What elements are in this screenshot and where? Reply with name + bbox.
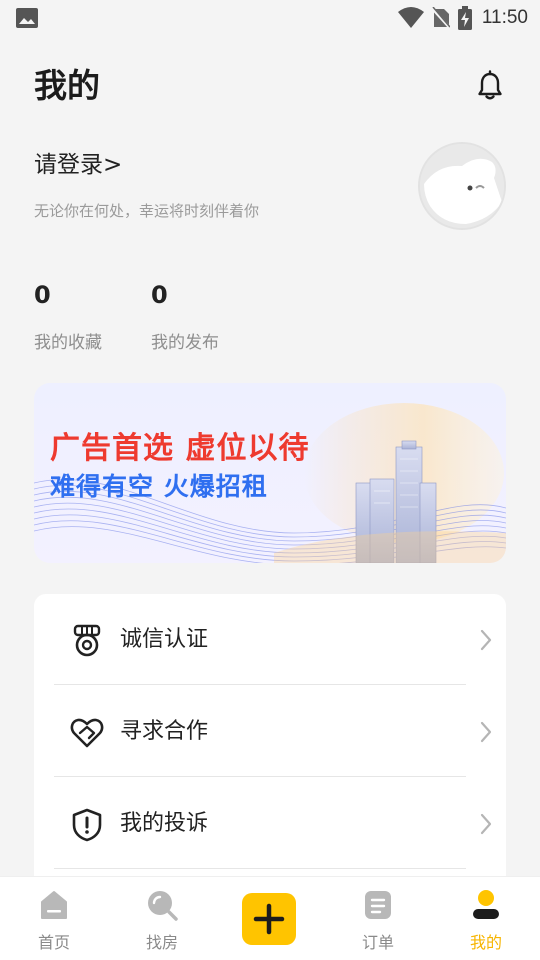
banner-headline: 广告首选 虚位以待 <box>50 431 310 466</box>
tab-label: 订单 <box>361 933 394 952</box>
stat-label: 我的收藏 <box>34 333 102 353</box>
stat-label: 我的发布 <box>151 333 219 353</box>
default-avatar-icon <box>420 144 504 228</box>
tab-home[interactable]: 首页 <box>0 877 108 960</box>
status-bar: 11:50 <box>0 0 540 36</box>
no-sim-icon <box>431 7 450 29</box>
plus-icon <box>253 903 285 935</box>
menu-item-seek-cooperation[interactable]: 寻求合作 <box>54 686 492 778</box>
menu-item-label: 寻求合作 <box>120 719 209 744</box>
menu-divider <box>54 684 466 685</box>
tab-label: 找房 <box>145 933 178 952</box>
avatar[interactable] <box>418 142 506 230</box>
menu-item-label: 诚信认证 <box>120 627 209 652</box>
handshake-heart-icon <box>70 718 104 748</box>
page-title: 我的 <box>34 66 100 105</box>
menu-divider <box>54 776 466 777</box>
tab-label: 首页 <box>37 933 70 952</box>
ad-banner[interactable]: 广告首选 虚位以待 难得有空 火爆招租 <box>34 383 506 563</box>
chevron-right-icon <box>480 721 492 743</box>
stat-favorites[interactable]: 0 我的收藏 <box>34 280 134 353</box>
wifi-icon <box>397 7 424 28</box>
page-header: 我的 <box>34 64 506 110</box>
tab-label: 我的 <box>469 933 502 952</box>
profile-section: 请登录> 无论你在何处，幸运将时刻伴着你 <box>34 142 506 238</box>
menu-card: 诚信认证 寻求合作 我的投诉 <box>34 594 506 894</box>
image-notification-icon <box>16 8 38 28</box>
home-icon <box>41 891 67 919</box>
chevron-right-icon <box>480 629 492 651</box>
stat-value: 0 <box>34 281 51 309</box>
stat-value: 0 <box>151 281 168 309</box>
bell-icon[interactable] <box>474 70 506 102</box>
battery-charging-icon <box>457 6 472 30</box>
menu-item-credit-certification[interactable]: 诚信认证 <box>54 594 492 686</box>
banner-subheadline: 难得有空 火爆招租 <box>50 472 268 501</box>
medal-icon <box>73 624 101 657</box>
search-icon <box>148 891 178 921</box>
order-icon <box>365 891 391 919</box>
user-icon <box>473 890 499 919</box>
tab-find-house[interactable]: 找房 <box>108 877 216 960</box>
stat-published[interactable]: 0 我的发布 <box>151 280 251 353</box>
chevron-right-icon <box>480 813 492 835</box>
login-link[interactable]: 请登录> <box>34 148 122 182</box>
menu-item-my-complaints[interactable]: 我的投诉 <box>54 778 492 870</box>
tab-mine[interactable]: 我的 <box>432 877 540 960</box>
menu-divider <box>54 868 466 869</box>
status-time: 11:50 <box>481 7 528 28</box>
post-add-button[interactable] <box>242 893 296 945</box>
slogan-text: 无论你在何处，幸运将时刻伴着你 <box>34 202 260 220</box>
bottom-tab-bar: 首页 找房 订单 我的 <box>0 876 540 960</box>
tab-orders[interactable]: 订单 <box>324 877 432 960</box>
shield-alert-icon <box>72 808 102 842</box>
menu-item-label: 我的投诉 <box>120 811 209 836</box>
